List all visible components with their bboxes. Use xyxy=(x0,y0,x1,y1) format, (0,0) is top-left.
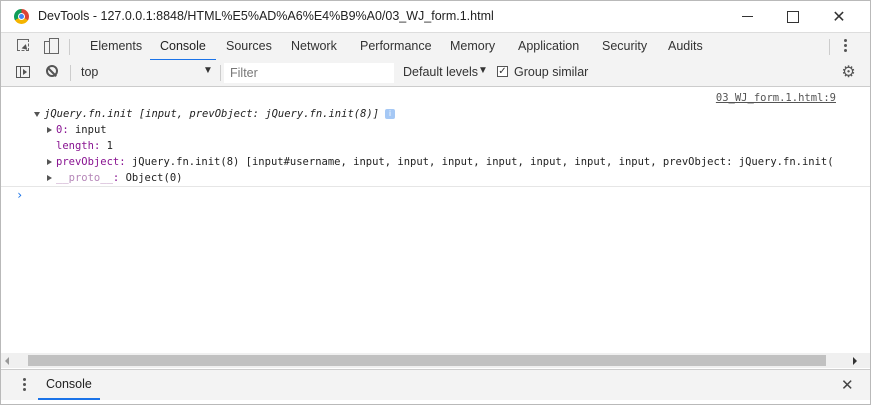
property-value: jQuery.fn.init(8) [input#username, input… xyxy=(131,156,834,168)
chrome-logo-icon xyxy=(14,9,29,24)
console-toolbar: top ▼ Default levels ▼ ✓ Group similar ⚙ xyxy=(1,60,870,87)
console-prompt[interactable]: › xyxy=(16,188,23,202)
property-row: length: 1 xyxy=(56,140,113,152)
scrollbar-thumb[interactable] xyxy=(28,355,826,366)
object-preview: [input, prevObject: jQuery.fn.init(8)] xyxy=(138,108,380,120)
property-value: 1 xyxy=(106,140,113,152)
expand-triangle-icon[interactable] xyxy=(47,175,52,181)
object-name: jQuery.fn.init xyxy=(44,108,133,120)
scroll-left-icon[interactable] xyxy=(5,357,9,365)
source-link[interactable]: 03_WJ_form.1.html:9 xyxy=(716,92,836,104)
property-row[interactable]: __proto__: Object(0) xyxy=(47,172,182,184)
property-value: input xyxy=(74,124,107,136)
toolbar-divider xyxy=(70,65,71,81)
devtools-tab-bar: Elements Console Sources Network Perform… xyxy=(1,32,870,61)
object-header[interactable]: jQuery.fn.init [input, prevObject: jQuer… xyxy=(34,108,396,120)
expand-triangle-icon[interactable] xyxy=(47,159,52,165)
clear-console-icon[interactable] xyxy=(46,65,58,77)
tab-elements[interactable]: Elements xyxy=(90,33,142,60)
console-output[interactable]: 03_WJ_form.1.html:9 jQuery.fn.init [inpu… xyxy=(1,87,870,353)
filter-input[interactable] xyxy=(224,63,394,83)
window-title: DevTools - 127.0.0.1:8848/HTML%E5%AD%A6%… xyxy=(38,9,494,23)
more-options-icon[interactable] xyxy=(844,39,848,55)
devtools-window: DevTools - 127.0.0.1:8848/HTML%E5%AD%A6%… xyxy=(0,0,871,405)
tab-console[interactable]: Console xyxy=(150,33,216,61)
toolbar-divider xyxy=(829,39,830,55)
property-value: Object(0) xyxy=(125,172,183,184)
group-similar-checkbox[interactable]: ✓ xyxy=(497,66,508,77)
tab-sources[interactable]: Sources xyxy=(226,33,272,60)
chevron-down-icon[interactable]: ▼ xyxy=(478,65,488,76)
toolbar-divider xyxy=(69,39,70,55)
gear-icon[interactable]: ⚙ xyxy=(841,65,856,81)
minimize-button[interactable] xyxy=(724,1,770,32)
property-key: prevObject xyxy=(56,156,120,168)
property-row[interactable]: 0: input xyxy=(47,124,107,136)
property-key: length xyxy=(56,140,94,152)
expand-triangle-icon[interactable] xyxy=(47,127,52,133)
inspect-element-icon[interactable] xyxy=(17,38,33,54)
tab-network[interactable]: Network xyxy=(291,33,337,60)
tab-performance[interactable]: Performance xyxy=(360,33,432,60)
context-selector[interactable]: top xyxy=(81,65,216,81)
expand-triangle-icon[interactable] xyxy=(34,111,40,117)
toolbar-divider xyxy=(220,65,221,81)
property-key: __proto__ xyxy=(56,172,113,184)
tab-audits[interactable]: Audits xyxy=(668,33,703,60)
property-row[interactable]: prevObject: jQuery.fn.init(8) [input#use… xyxy=(47,156,834,168)
drawer-menu-icon[interactable] xyxy=(23,378,27,394)
console-message: 03_WJ_form.1.html:9 jQuery.fn.init [inpu… xyxy=(1,89,870,187)
close-window-button[interactable]: ✕ xyxy=(816,1,862,32)
minimize-icon xyxy=(741,16,753,17)
scroll-right-icon[interactable] xyxy=(853,357,857,365)
tab-memory[interactable]: Memory xyxy=(450,33,495,60)
group-similar-label: Group similar xyxy=(514,65,589,79)
maximize-button[interactable] xyxy=(770,1,816,32)
horizontal-scrollbar[interactable] xyxy=(1,353,870,368)
info-icon[interactable]: i xyxy=(385,109,396,119)
console-drawer: Console ✕ xyxy=(1,369,870,400)
tab-security[interactable]: Security xyxy=(602,33,647,60)
device-toolbar-icon[interactable] xyxy=(43,38,59,54)
title-bar: DevTools - 127.0.0.1:8848/HTML%E5%AD%A6%… xyxy=(1,1,870,32)
console-sidebar-icon[interactable] xyxy=(16,66,30,78)
tab-application[interactable]: Application xyxy=(518,33,579,60)
log-levels-dropdown[interactable]: Default levels xyxy=(403,65,478,79)
drawer-tab-console[interactable]: Console xyxy=(38,370,100,400)
chevron-down-icon[interactable]: ▼ xyxy=(203,65,213,76)
close-drawer-icon[interactable]: ✕ xyxy=(841,376,854,394)
maximize-icon xyxy=(787,10,799,23)
